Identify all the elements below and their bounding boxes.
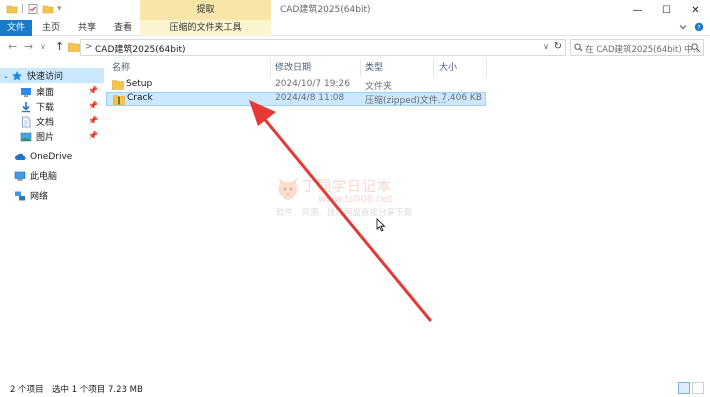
help-icon[interactable]: ? — [694, 22, 704, 32]
toolbar-separator: | — [21, 4, 25, 14]
watermark: 丁同学日记本 www.ts006.net 软件、资源、技巧网盘直接分享下载 — [276, 172, 436, 222]
ribbon: 文件 主页 共享 查看 压缩的文件夹工具 ? — [0, 20, 710, 36]
search-placeholder: 在 CAD建筑2025(64bit) 中... — [585, 45, 701, 55]
cloud-icon — [15, 153, 26, 160]
quick-access-toolbar: | ▾ — [6, 3, 62, 15]
tab-view[interactable]: 查看 — [106, 20, 140, 36]
file-type: 压缩(zipped)文件... — [365, 96, 447, 106]
customize-toolbar-icon[interactable]: ▾ — [57, 4, 62, 14]
column-divider[interactable] — [433, 60, 434, 76]
maximize-icon[interactable]: ☐ — [652, 0, 681, 20]
minimize-icon[interactable]: — — [623, 0, 652, 20]
sidebar-item-label: 下载 — [36, 103, 55, 113]
document-icon — [22, 116, 31, 127]
file-size: 7,406 KB — [441, 93, 482, 103]
address-bar-row: ← → ∨ ↑ > CAD建筑2025(64bit) ∨ ↻ 在 CAD建筑20… — [0, 36, 710, 58]
sidebar-item-label: 图片 — [36, 133, 55, 143]
sidebar-item-label: 快速访问 — [27, 72, 64, 82]
sidebar-item-network[interactable]: 网络 — [0, 188, 104, 203]
sidebar-item-label: 网络 — [30, 192, 49, 202]
search-submit-icon[interactable] — [691, 43, 700, 52]
refresh-icon[interactable]: ↻ — [554, 41, 562, 52]
properties-icon[interactable] — [27, 3, 39, 15]
status-item-count: 2 个项目 — [10, 385, 44, 395]
desktop-icon — [21, 87, 31, 97]
back-arrow-icon[interactable]: ← — [8, 40, 17, 53]
tab-share[interactable]: 共享 — [70, 20, 104, 36]
column-header-type[interactable]: 类型 — [365, 60, 383, 76]
folder-icon — [112, 80, 124, 90]
watermark-title: 丁同学日记本 — [302, 179, 392, 195]
column-header-name[interactable]: 名称 — [112, 60, 130, 76]
watermark-url: www.ts006.net — [318, 194, 393, 205]
title-bar: | ▾ 提取 CAD建筑2025(64bit) — ☐ ✕ — [0, 0, 710, 20]
download-icon — [22, 101, 30, 112]
window-controls: — ☐ ✕ — [623, 0, 710, 20]
network-icon — [15, 191, 25, 200]
svg-text:?: ? — [697, 23, 700, 31]
file-type: 文件夹 — [365, 82, 393, 92]
chevron-down-icon[interactable] — [678, 22, 688, 32]
sidebar-item-pictures[interactable]: 图片 📌 — [0, 129, 104, 144]
details-view-icon[interactable] — [678, 382, 690, 394]
context-tab-extract[interactable]: 提取 — [140, 0, 271, 20]
address-dropdown-icon[interactable]: ∨ — [543, 42, 549, 51]
sidebar-item-onedrive[interactable]: OneDrive — [0, 149, 104, 164]
recent-locations-icon[interactable]: ∨ — [40, 42, 46, 51]
tab-home[interactable]: 主页 — [34, 20, 68, 36]
search-field[interactable]: 在 CAD建筑2025(64bit) 中... — [570, 39, 704, 56]
chevron-down-icon[interactable]: ⌄ — [3, 72, 11, 80]
address-field[interactable]: > CAD建筑2025(64bit) ∨ ↻ — [80, 39, 566, 56]
forward-arrow-icon[interactable]: → — [24, 40, 33, 53]
table-row-crack[interactable]: Crack 2024/4/8 11:08 压缩(zipped)文件... 7,4… — [106, 92, 486, 106]
close-icon[interactable]: ✕ — [681, 0, 710, 20]
tab-file[interactable]: 文件 — [0, 20, 32, 36]
sidebar-item-label: 文档 — [36, 118, 55, 128]
table-row-setup[interactable]: Setup 2024/10/7 19:26 文件夹 — [106, 78, 486, 92]
folder-icon[interactable] — [6, 3, 18, 15]
large-icons-view-icon[interactable] — [692, 382, 704, 394]
file-name: Crack — [127, 93, 153, 103]
sidebar-item-this-pc[interactable]: 此电脑 — [0, 168, 104, 183]
pin-icon: 📌 — [88, 131, 98, 140]
file-modified: 2024/10/7 19:26 — [275, 79, 350, 89]
sidebar-item-label: OneDrive — [30, 151, 73, 162]
status-selection: 选中 1 个项目 7.23 MB — [52, 385, 143, 395]
column-divider[interactable] — [270, 60, 271, 76]
sidebar-item-desktop[interactable]: 桌面 📌 — [0, 84, 104, 99]
column-divider[interactable] — [360, 60, 361, 76]
up-arrow-icon[interactable]: ↑ — [55, 40, 64, 53]
mouse-cursor-icon — [376, 218, 386, 232]
sidebar-item-documents[interactable]: 文档 📌 — [0, 114, 104, 129]
ribbon-right-controls: ? — [678, 22, 704, 32]
sidebar-item-label: 桌面 — [36, 88, 55, 98]
star-icon — [12, 70, 22, 80]
pin-icon: 📌 — [88, 86, 98, 95]
window-title: CAD建筑2025(64bit) — [280, 5, 371, 15]
column-header-modified[interactable]: 修改日期 — [275, 60, 311, 76]
search-icon — [574, 43, 583, 52]
pin-icon: 📌 — [88, 101, 98, 110]
breadcrumb-current-folder[interactable]: CAD建筑2025(64bit) — [95, 42, 186, 55]
column-header-size[interactable]: 大小 — [439, 60, 457, 76]
breadcrumb-separator[interactable]: > — [85, 42, 93, 52]
new-folder-icon[interactable] — [42, 3, 54, 15]
pin-icon: 📌 — [88, 116, 98, 125]
column-divider[interactable] — [486, 60, 487, 76]
sidebar-item-label: 此电脑 — [30, 172, 58, 182]
computer-icon — [14, 171, 26, 180]
status-bar: 2 个项目 选中 1 个项目 7.23 MB — [0, 380, 710, 397]
watermark-logo-icon — [278, 178, 298, 200]
file-name: Setup — [126, 79, 153, 89]
zip-folder-icon — [113, 95, 125, 105]
file-modified: 2024/4/8 11:08 — [275, 93, 345, 103]
sidebar-item-quick-access[interactable]: ⌄ 快速访问 — [0, 68, 104, 83]
navigation-pane: ⌄ 快速访问 桌面 📌 下载 📌 文档 📌 图片 📌 OneDrive 此电脑 … — [0, 62, 104, 378]
folder-icon — [68, 42, 80, 52]
view-switcher — [678, 382, 704, 394]
picture-icon — [20, 132, 32, 141]
sidebar-item-downloads[interactable]: 下载 📌 — [0, 99, 104, 114]
tab-compressed-folder-tools[interactable]: 压缩的文件夹工具 — [140, 20, 271, 36]
watermark-subtitle: 软件、资源、技巧网盘直接分享下载 — [276, 208, 413, 218]
